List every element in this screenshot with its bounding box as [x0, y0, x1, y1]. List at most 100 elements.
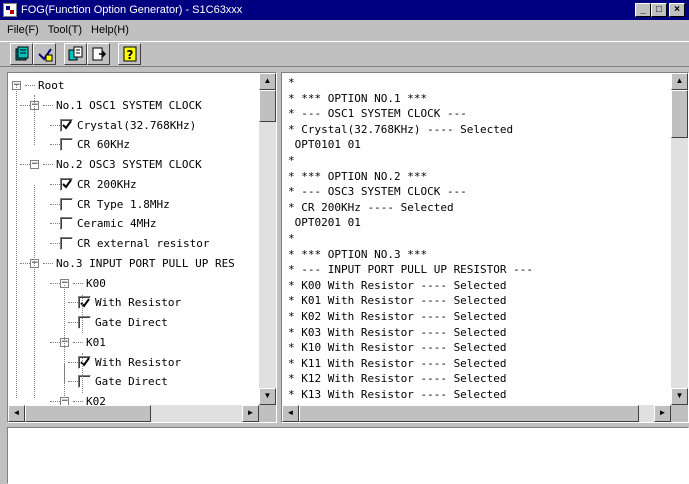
generate-icon	[68, 46, 82, 61]
menu-help[interactable]: Help(H)	[88, 24, 135, 36]
tree-option[interactable]: CR 60KHz	[60, 135, 130, 154]
output-line: * K12 With Resistor ---- Selected	[288, 372, 507, 386]
tree-label: Crystal(32.768KHz)	[77, 118, 197, 132]
help-button[interactable]: ?	[118, 43, 141, 65]
checked-checkbox[interactable]	[78, 355, 91, 369]
tree-label: No.2 OSC3 SYSTEM CLOCK	[56, 158, 202, 171]
output-text-panel: * * *** OPTION NO.1 *** * --- OSC1 SYSTEM …	[281, 72, 689, 423]
output-line: *	[288, 232, 295, 245]
tree-label: Gate Direct	[95, 375, 168, 389]
window-title: FOG(Function Option Generator) - S1C63xx…	[21, 4, 243, 16]
tree-label: With Resistor	[95, 296, 182, 310]
tree-node[interactable]: − K01	[60, 333, 106, 352]
tree-label: CR external resistor	[77, 237, 210, 250]
minimize-button[interactable]: _	[635, 3, 651, 17]
output-line: * K11 With Resistor ---- Selected	[288, 356, 507, 370]
tree-label: CR Type 1.8MHz	[77, 197, 170, 211]
scroll-thumb[interactable]	[25, 405, 151, 422]
scroll-right-arrow[interactable]: ►	[654, 405, 671, 422]
output-line: * K01 With Resistor ---- Selected	[288, 294, 507, 308]
tree-label: CR 60KHz	[77, 138, 130, 152]
app-icon[interactable]	[3, 3, 17, 17]
output-line: * Crystal(32.768KHz) ---- Selected	[288, 122, 514, 136]
checked-checkbox[interactable]	[78, 296, 91, 310]
tree-node[interactable]: − K02	[60, 392, 106, 405]
checkmark-icon	[79, 357, 90, 367]
scroll-right-arrow[interactable]: ►	[242, 405, 259, 422]
export-button[interactable]	[87, 43, 110, 65]
generate-button[interactable]	[64, 43, 87, 65]
checkbox[interactable]	[60, 237, 73, 250]
close-button[interactable]: ×	[669, 3, 685, 17]
tree-node[interactable]: − Root	[12, 76, 65, 95]
scroll-thumb[interactable]	[259, 90, 276, 122]
tree-option[interactable]: With Resistor	[78, 353, 181, 372]
open-icon	[15, 46, 28, 61]
tree-node[interactable]: − No.2 OSC3 SYSTEM CLOCK	[30, 155, 202, 174]
tree-option[interactable]: Gate Direct	[78, 313, 168, 332]
scroll-down-arrow[interactable]: ▼	[671, 388, 688, 405]
option-tree-panel: − Root − No.1 OSC1 SYSTEM CLOCK Crystal(32.7…	[7, 72, 277, 423]
output-line: * K02 With Resistor ---- Selected	[288, 310, 507, 323]
tree-node[interactable]: − K00	[60, 274, 106, 293]
toolbar: ?	[0, 41, 689, 67]
tree-option[interactable]: With Resistor	[78, 293, 181, 312]
export-icon	[92, 47, 106, 61]
tree-label: CR 200KHz	[77, 177, 137, 191]
tree-node[interactable]: − No.1 OSC1 SYSTEM CLOCK	[30, 96, 202, 115]
tree-option[interactable]: Crystal(32.768KHz)	[60, 116, 196, 135]
tree-option[interactable]: Ceramic 4MHz	[60, 214, 156, 233]
tree-node[interactable]: − No.3 INPUT PORT PULL UP RES	[30, 254, 235, 273]
output-vertical-scrollbar[interactable]: ▲ ▼	[671, 73, 688, 405]
tree-label: K02	[86, 395, 106, 405]
output-line: *	[288, 154, 295, 167]
message-panel[interactable]	[7, 427, 689, 484]
checkmark-icon	[79, 298, 90, 308]
tree-horizontal-scrollbar[interactable]: ◄ ►	[8, 405, 259, 422]
collapse-icon[interactable]: −	[30, 160, 39, 169]
save-button[interactable]	[33, 43, 56, 65]
scroll-up-arrow[interactable]: ▲	[671, 73, 688, 90]
scroll-thumb[interactable]	[671, 90, 688, 138]
tree-vertical-scrollbar[interactable]: ▲ ▼	[259, 73, 276, 405]
tree-option[interactable]: CR external resistor	[60, 234, 209, 253]
output-line: * K10 With Resistor ---- Selected	[288, 341, 507, 355]
tree-label: Gate Direct	[95, 316, 168, 329]
checkbox[interactable]	[78, 375, 91, 389]
tree-option[interactable]: CR Type 1.8MHz	[60, 195, 170, 214]
checkbox[interactable]	[78, 316, 91, 329]
collapse-icon[interactable]: −	[60, 397, 69, 405]
scroll-left-arrow[interactable]: ◄	[282, 405, 299, 422]
output-text[interactable]: * * *** OPTION NO.1 *** * --- OSC1 SYSTEM …	[282, 73, 671, 405]
output-horizontal-scrollbar[interactable]: ◄ ►	[282, 405, 671, 422]
tree-label: K01	[86, 335, 106, 349]
scroll-down-arrow[interactable]: ▼	[259, 388, 276, 405]
tree-option[interactable]: Gate Direct	[78, 372, 168, 391]
output-line: * *** OPTION NO.3 ***	[288, 247, 428, 261]
checkbox[interactable]	[60, 197, 73, 211]
menu-tool[interactable]: Tool(T)	[45, 24, 88, 36]
checkmark-icon	[61, 120, 72, 130]
checked-checkbox[interactable]	[60, 177, 73, 191]
output-line: * K00 With Resistor ---- Selected	[288, 278, 507, 292]
checked-checkbox[interactable]	[60, 118, 73, 132]
checkbox[interactable]	[60, 217, 73, 231]
scroll-up-arrow[interactable]: ▲	[259, 73, 276, 90]
scroll-left-arrow[interactable]: ◄	[8, 405, 25, 422]
menu-file[interactable]: File(F)	[4, 24, 45, 36]
output-line: OPT0201 01	[288, 216, 361, 230]
maximize-button[interactable]: □	[651, 3, 667, 17]
checkbox[interactable]	[60, 138, 73, 152]
output-line: * --- OSC3 SYSTEM CLOCK ---	[288, 185, 467, 199]
window-controls: _ □ ×	[635, 3, 685, 17]
tree-option[interactable]: CR 200KHz	[60, 175, 137, 194]
output-line: * K03 With Resistor ---- Selected	[288, 325, 507, 339]
tree-label: K00	[86, 276, 106, 290]
output-line: * --- INPUT PORT PULL UP RESISTOR ---	[288, 263, 534, 277]
option-tree: − Root − No.1 OSC1 SYSTEM CLOCK Crystal(32.7…	[8, 73, 259, 405]
tree-label: With Resistor	[95, 355, 182, 369]
tree-label: Root	[38, 79, 65, 92]
open-button[interactable]	[10, 43, 33, 65]
svg-text:?: ?	[126, 48, 133, 62]
scroll-thumb[interactable]	[299, 405, 639, 422]
